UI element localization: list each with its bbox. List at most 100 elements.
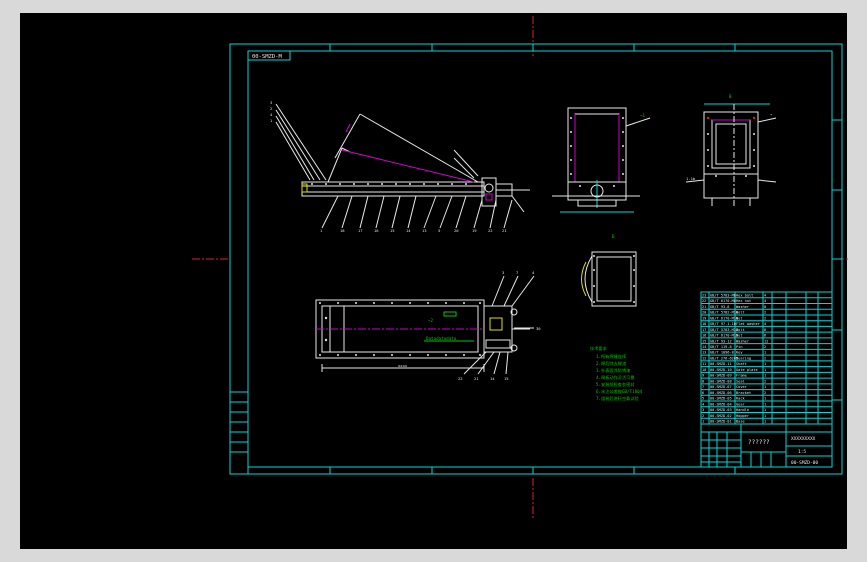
svg-text:20: 20 <box>454 228 459 233</box>
svg-text:16: 16 <box>374 228 379 233</box>
bom-cell-num: 2 <box>702 414 704 418</box>
svg-text:2.焊后除去焊渣: 2.焊后除去焊渣 <box>596 360 627 367</box>
bom-cell-code: GB/T 5783-M12 <box>710 328 738 332</box>
svg-text:17: 17 <box>358 228 363 233</box>
svg-text:22: 22 <box>488 228 493 233</box>
front-view: →1 <box>552 107 651 213</box>
bom-cell-name: Handle <box>736 408 749 412</box>
side-view: 3 2 4 1 1 18 17 16 15 14 13 5 20 19 22 2… <box>270 100 530 233</box>
bom-cell-qty: 4 <box>764 299 766 303</box>
bom-cell-num: 4 <box>702 402 704 406</box>
svg-text:~2: ~2 <box>428 318 434 323</box>
bom-cell-code: 00-SMZD-02 <box>710 414 732 418</box>
bill-of-materials: 2 3 GB/T 5783-M8 Hex bolt 4 22 GB/T 6170-M8 Hex… <box>700 291 833 425</box>
frame-label: 00-SMZD-M <box>247 50 291 61</box>
bom-cell-num: 22 <box>702 299 706 303</box>
svg-text:30: 30 <box>536 326 541 331</box>
bom-cell-qty: 1 <box>764 420 766 424</box>
bom-cell-num: 16 <box>702 334 706 338</box>
cad-drawing: 00-SMZD-M 3 2 4 1 1 18 17 16 15 14 13 5 … <box>192 16 848 518</box>
drawing-title: ?????? <box>748 439 770 446</box>
bom-cell-code: GB/T 6170-M10 <box>710 316 738 320</box>
svg-text:4: 4 <box>532 270 535 275</box>
bom-cell-num: 6 <box>702 391 704 395</box>
frame-label-text: 00-SMZD-M <box>252 54 282 60</box>
svg-text:14: 14 <box>490 376 495 381</box>
svg-text:B: B <box>729 94 732 99</box>
svg-text:B: B <box>612 234 615 239</box>
bom-cell-code: 00-SMZD-06 <box>710 391 732 395</box>
bom-cell-num: 7 <box>702 385 704 389</box>
bom-cell-num: 1 <box>702 420 704 424</box>
bom-cell-num: 3 <box>702 408 704 412</box>
bom-cell-name: Gear <box>736 402 745 406</box>
section-view: B 1.1b → <box>685 94 777 206</box>
bom-cell-num: 10 <box>702 368 706 372</box>
bom-cell-code: 00-SMZD-05 <box>710 397 732 401</box>
bom-cell-name: Rack <box>736 397 745 401</box>
bom-cell-code: GB/T 1096-8 <box>710 351 734 355</box>
bom-cell-code: GB/T 276-6205 <box>710 356 738 360</box>
bom-cell-name: Washer <box>736 339 750 343</box>
bom-cell-name: Washer <box>736 305 750 309</box>
bom-cell-num: 20 <box>702 311 706 315</box>
bom-cell-name: Hex nut <box>736 299 751 303</box>
bom-cell-code: GB/T 5783-M8 <box>710 293 736 297</box>
svg-text:1.所有焊缝连续: 1.所有焊缝连续 <box>596 353 626 360</box>
bom-cell-name: Gate plate <box>736 368 758 372</box>
technical-notes: 技术要求 1.所有焊缝连续 2.焊后除去焊渣 3.外表面涂防锈漆 4.闸板动作灵… <box>590 345 643 402</box>
bom-cell-code: 00-SMZD-07 <box>710 385 732 389</box>
bom-cell-qty: 1 <box>764 374 766 378</box>
bom-cell-qty: 1 <box>764 414 766 418</box>
bom-cell-name: Base <box>736 420 745 424</box>
bom-cell-code: GB/T 93-12 <box>710 339 732 343</box>
bom-cell-name: Bearing <box>736 356 751 360</box>
bom-cell-name: Frame <box>736 374 747 378</box>
bom-cell-code: 00-SMZD-11 <box>710 362 732 366</box>
bom-cell-code: 00-SMZD-10 <box>710 368 732 372</box>
bom-cell-qty: 6 <box>764 334 766 338</box>
bom-cell-qty: 6 <box>764 328 766 332</box>
svg-text:6.未注公差按GB/T1804: 6.未注公差按GB/T1804 <box>596 388 643 395</box>
svg-text:4.闸板动作灵活可靠: 4.闸板动作灵活可靠 <box>596 374 635 381</box>
svg-text:技术要求: 技术要求 <box>590 345 608 352</box>
bom-cell-qty: 1 <box>764 397 766 401</box>
top-view: Datadatadata ~2 xxxx 3 7 4 30 22 21 14 1… <box>315 270 541 381</box>
bom-cell-qty: 1 <box>764 385 766 389</box>
scale: 1:5 <box>798 449 806 455</box>
bom-cell-name: Bolt <box>736 328 745 332</box>
svg-text:Datadatadata: Datadatadata <box>426 336 457 341</box>
bom-cell-name: Nut <box>736 334 743 338</box>
bom-cell-name: Key <box>736 351 743 355</box>
svg-text:xxxx: xxxx <box>398 363 408 368</box>
bom-cell-num: 18 <box>702 322 706 326</box>
drawing-number: 00-SMZD-00 <box>791 460 818 466</box>
bom-cell-name: Bolt <box>736 311 745 315</box>
svg-text:4: 4 <box>270 112 273 117</box>
svg-text:7: 7 <box>516 270 518 275</box>
bom-cell-name: Hex bolt <box>736 293 753 297</box>
bom-cell-qty: 1 <box>764 362 766 366</box>
svg-text:15: 15 <box>504 376 509 381</box>
svg-text:15: 15 <box>390 228 395 233</box>
bom-cell-name: Flat washer <box>736 322 761 326</box>
bom-cell-qty: 1 <box>764 368 766 372</box>
svg-text:3: 3 <box>502 270 504 275</box>
bom-cell-code: GB/T 6170-M8 <box>710 299 736 303</box>
bom-cell-num: 8 <box>702 379 704 383</box>
bom-cell-code: 00-SMZD-08 <box>710 379 732 383</box>
bom-cell-num: 15 <box>702 339 706 343</box>
bom-cell-name: Seal <box>736 379 745 383</box>
svg-text:1.1b: 1.1b <box>686 176 696 181</box>
bom-cell-code: 00-SMZD-03 <box>710 408 732 412</box>
svg-text:18: 18 <box>340 228 345 233</box>
svg-text:→: → <box>770 112 773 117</box>
svg-text:5.安装前检查各密封: 5.安装前检查各密封 <box>596 381 635 388</box>
bom-cell-qty: 2 <box>764 345 766 349</box>
bom-cell-code: GB/T 5782-M10 <box>710 311 738 315</box>
bom-cell-num: 11 <box>702 362 706 366</box>
bom-cell-num: 9 <box>702 374 704 378</box>
bom-cell-num: 5 <box>702 397 704 401</box>
bom-cell-qty: 1 <box>764 408 766 412</box>
svg-text:13: 13 <box>422 228 427 233</box>
